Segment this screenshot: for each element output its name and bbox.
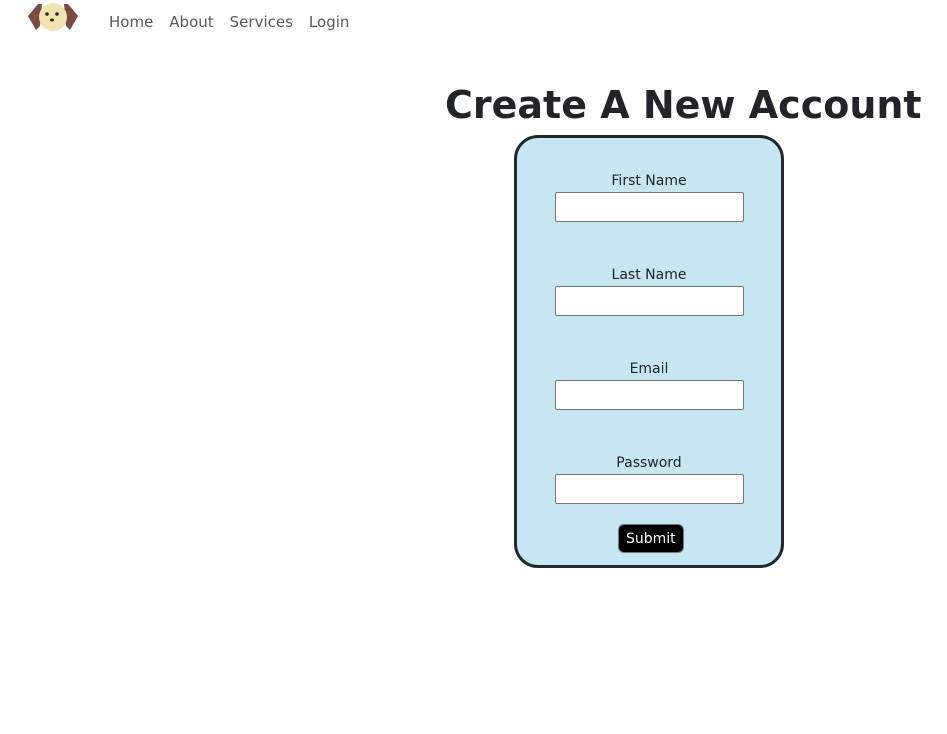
nav-link-home[interactable]: Home — [109, 12, 153, 32]
email-label: Email — [629, 361, 669, 377]
first-name-group: First Name — [517, 172, 781, 222]
first-name-input[interactable] — [554, 192, 744, 222]
last-name-label: Last Name — [611, 267, 687, 283]
first-name-label: First Name — [611, 173, 687, 189]
nav-link-about[interactable]: About — [169, 12, 213, 32]
password-label: Password — [616, 455, 682, 471]
nav-link-services[interactable]: Services — [230, 12, 293, 32]
email-group: Email — [517, 360, 781, 410]
last-name-group: Last Name — [517, 266, 781, 316]
page-title: Create A New Account — [445, 83, 922, 127]
last-name-input[interactable] — [554, 286, 744, 316]
password-group: Password — [517, 454, 781, 504]
navbar: Home About Services Login — [0, 0, 947, 44]
create-account-form: First Name Last Name Email Password Subm… — [514, 135, 784, 568]
nav-link-login[interactable]: Login — [309, 12, 349, 32]
dog-logo-icon[interactable] — [26, 2, 80, 34]
password-input[interactable] — [554, 474, 744, 504]
nav-links: Home About Services Login — [109, 12, 365, 32]
submit-button[interactable]: Submit — [618, 524, 684, 553]
email-input[interactable] — [554, 380, 744, 410]
dog-face-icon — [28, 3, 78, 31]
